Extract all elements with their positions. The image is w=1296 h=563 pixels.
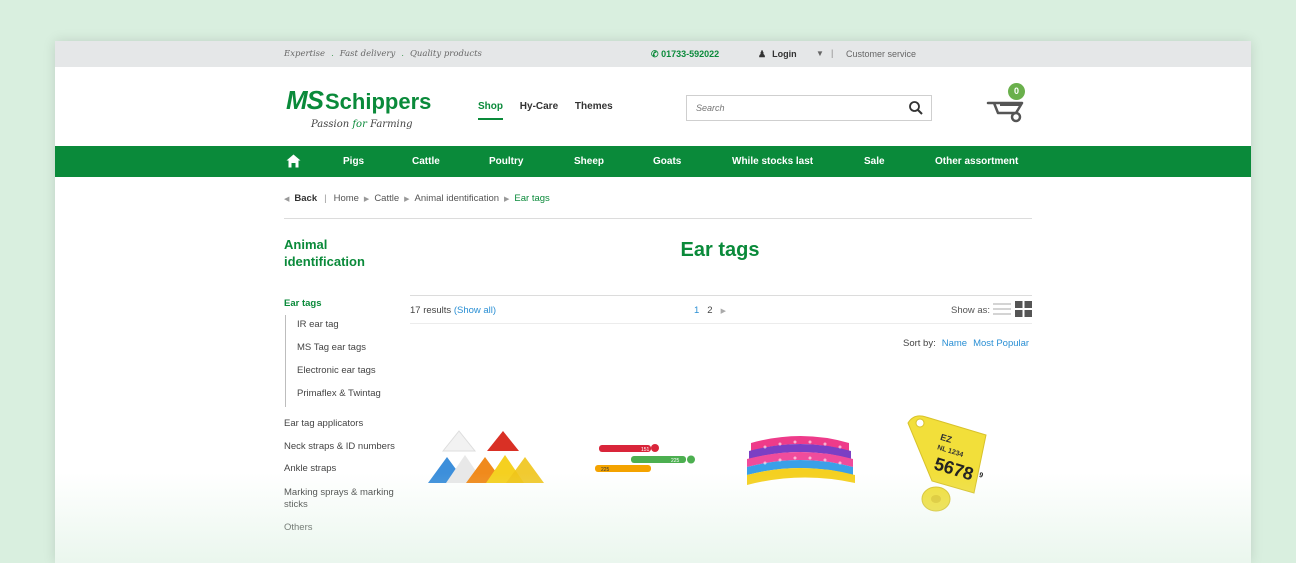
- sidebar-subitem-ir-ear-tag[interactable]: IR ear tag: [297, 315, 381, 338]
- results-label: 17 results: [410, 305, 452, 316]
- grid-view-icon[interactable]: [1015, 301, 1032, 317]
- cat-sale[interactable]: Sale: [864, 156, 885, 167]
- logo-tagline: Passion for Farming: [311, 119, 413, 130]
- login-link[interactable]: ♟ Login: [758, 49, 797, 60]
- breadcrumb: ◀ Back | Home ▶ Cattle ▶ Animal identification ▶…: [284, 193, 550, 204]
- sidebar-item-marking-sprays[interactable]: Marking sprays & marking sticks: [284, 487, 399, 511]
- logo-name: Schippers: [325, 89, 432, 114]
- crumb-current: Ear tags: [514, 193, 550, 204]
- sidebar-item-applicators[interactable]: Ear tag applicators: [284, 418, 399, 430]
- category-nav: Pigs Cattle Poultry Sheep Goats While st…: [55, 146, 1251, 177]
- cat-cattle[interactable]: Cattle: [412, 156, 440, 167]
- cat-poultry[interactable]: Poultry: [489, 156, 523, 167]
- top-info-bar: Expertise. Fast delivery. Quality products…: [55, 41, 1251, 67]
- sidebar-item-ear-tags[interactable]: Ear tags: [284, 298, 322, 309]
- cart-count-badge: 0: [1008, 83, 1025, 100]
- nav-themes[interactable]: Themes: [575, 101, 613, 112]
- main-nav: Shop Hy-Care Themes: [478, 101, 627, 112]
- divider: [410, 323, 1032, 324]
- usp-quality-products: Quality products: [409, 49, 482, 59]
- tagline-farming: Farming: [370, 119, 413, 130]
- divider: |: [324, 193, 327, 204]
- tagline-passion: Passion: [311, 119, 350, 130]
- sidebar-subitem-electronic[interactable]: Electronic ear tags: [297, 361, 381, 384]
- chevron-right-icon: ▶: [504, 196, 510, 203]
- sidebar-subitem-primaflex[interactable]: Primaflex & Twintag: [297, 384, 381, 407]
- tag-number-green: 225: [671, 458, 680, 464]
- show-all-link[interactable]: (Show all): [454, 305, 496, 316]
- tag-number-orange: 225: [601, 467, 610, 473]
- phone-link[interactable]: ✆ 01733-592022: [651, 49, 719, 60]
- show-as-label: Show as:: [951, 305, 991, 316]
- usp-dot: .: [401, 49, 404, 59]
- results-count: 17 results (Show all): [410, 305, 496, 316]
- cat-sheep[interactable]: Sheep: [574, 156, 604, 167]
- bottom-fade: [55, 473, 1251, 563]
- search-input[interactable]: [687, 96, 897, 120]
- crumb-cattle[interactable]: Cattle: [374, 193, 399, 204]
- phone-icon: ✆: [651, 49, 659, 59]
- sidebar-item-ankle-straps[interactable]: Ankle straps: [284, 463, 399, 475]
- sidebar-item-others[interactable]: Others: [284, 522, 399, 534]
- sidebar-item-neck-straps[interactable]: Neck straps & ID numbers: [284, 441, 399, 453]
- crumb-animal-identification[interactable]: Animal identification: [415, 193, 500, 204]
- usp-dot: .: [331, 49, 334, 59]
- sort-by-label: Sort by:: [903, 338, 936, 349]
- product-image-ir-ear-tag[interactable]: [425, 427, 550, 487]
- divider: [410, 295, 1032, 296]
- nav-hy-care[interactable]: Hy-Care: [520, 101, 558, 112]
- crumb-home[interactable]: Home: [334, 193, 359, 204]
- usp-list: Expertise. Fast delivery. Quality products: [284, 49, 482, 59]
- home-icon[interactable]: [286, 154, 301, 168]
- cat-goats[interactable]: Goats: [653, 156, 681, 167]
- tag-number-red: 151: [641, 447, 650, 453]
- chevron-left-icon: ◀: [284, 196, 290, 203]
- tag-text-check: 9: [978, 472, 984, 480]
- list-view-icon[interactable]: [993, 301, 1011, 317]
- chevron-right-icon: ▶: [404, 196, 410, 203]
- sort-by: Sort by: Name Most Popular: [903, 338, 1029, 349]
- tagline-for: for: [352, 119, 367, 130]
- phone-number: 01733-592022: [661, 49, 720, 59]
- logo-ms: MS: [286, 85, 324, 115]
- customer-service-link[interactable]: Customer service: [846, 49, 916, 59]
- back-link[interactable]: Back: [294, 193, 317, 204]
- sort-name-link[interactable]: Name: [942, 338, 967, 349]
- login-label: Login: [772, 49, 797, 59]
- usp-fast-delivery: Fast delivery: [339, 49, 396, 59]
- sort-popular-link[interactable]: Most Popular: [973, 338, 1029, 349]
- cart-button[interactable]: 0: [986, 83, 1032, 123]
- product-image-ms-tag[interactable]: 151 225 225: [593, 438, 703, 478]
- pagination: 1 2 ▶: [694, 305, 726, 316]
- cat-other-assortment[interactable]: Other assortment: [935, 156, 1018, 167]
- divider: [284, 218, 1032, 219]
- browser-page: Expertise. Fast delivery. Quality products…: [55, 41, 1251, 563]
- chevron-right-icon: ▶: [363, 196, 370, 203]
- search-icon[interactable]: [908, 100, 924, 116]
- sidebar-subitem-ms-tag[interactable]: MS Tag ear tags: [297, 338, 381, 361]
- page-2-link[interactable]: 2: [707, 305, 712, 316]
- product-image-electronic-tags[interactable]: [745, 431, 857, 491]
- divider: |: [831, 48, 834, 58]
- nav-shop[interactable]: Shop: [478, 101, 503, 112]
- cat-while-stocks-last[interactable]: While stocks last: [732, 156, 813, 167]
- usp-expertise: Expertise: [284, 49, 326, 59]
- chevron-down-icon[interactable]: ▼: [816, 49, 824, 58]
- sidebar-subitems: IR ear tag MS Tag ear tags Electronic ea…: [285, 315, 381, 407]
- page-1-link[interactable]: 1: [694, 305, 699, 316]
- cat-pigs[interactable]: Pigs: [343, 156, 364, 167]
- page-title: Ear tags: [680, 239, 760, 261]
- sidebar-title[interactable]: Animal identification: [284, 236, 374, 270]
- user-icon: ♟: [758, 49, 767, 59]
- product-image-primaflex[interactable]: EZ NL 1234 5678 9: [900, 411, 1005, 519]
- site-logo[interactable]: MSSchippers Passion for Farming: [286, 85, 432, 130]
- chevron-right-icon[interactable]: ▶: [721, 308, 726, 315]
- search-box: [686, 95, 932, 121]
